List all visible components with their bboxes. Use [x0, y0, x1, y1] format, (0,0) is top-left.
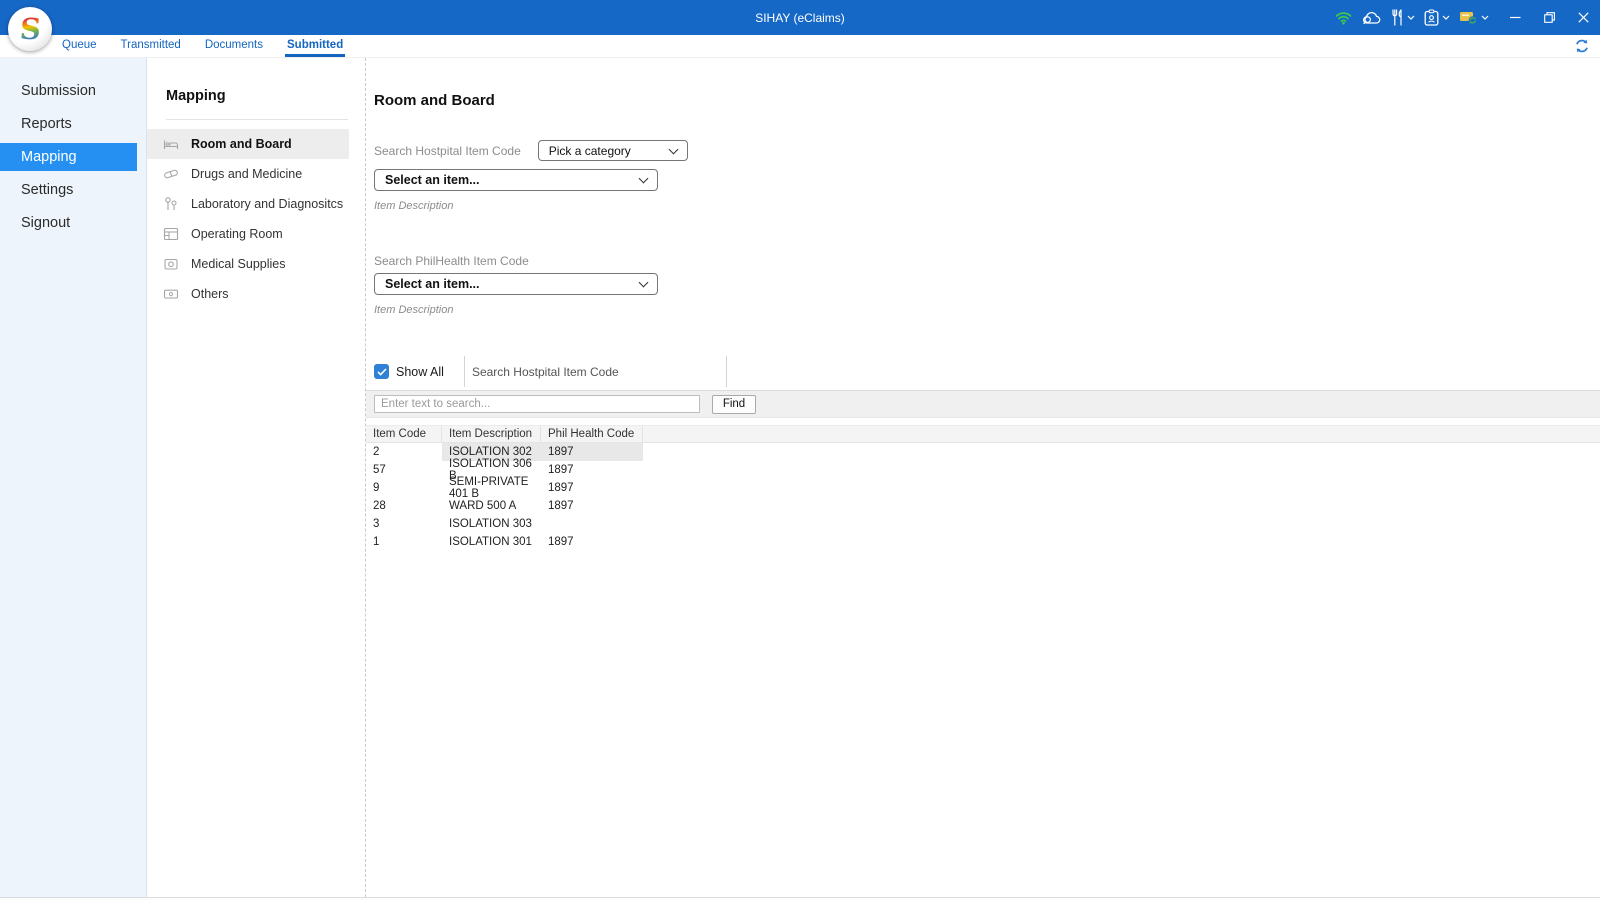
show-all-label: Show All	[396, 364, 444, 379]
hospital-item-dropdown-value: Select an item...	[385, 173, 480, 187]
cell-phil-health-code: 1897	[548, 482, 574, 494]
tools-icon[interactable]	[1391, 9, 1415, 26]
tab-submitted[interactable]: Submitted	[285, 35, 346, 57]
mapping-panel-title: Mapping	[166, 88, 226, 104]
philhealth-item-code-label: Search PhilHealth Item Code	[374, 254, 529, 268]
lab-icon	[163, 196, 179, 212]
cell-phil-health-code: 1897	[548, 500, 574, 512]
philhealth-item-dropdown-value: Select an item...	[385, 277, 480, 291]
tab-documents[interactable]: Documents	[203, 35, 265, 57]
mapping-item-label: Medical Supplies	[191, 257, 286, 271]
sidebar-item-signout[interactable]: Signout	[0, 206, 146, 239]
operating-room-icon	[163, 226, 179, 242]
tab-bar: Queue Transmitted Documents Submitted	[0, 35, 1600, 58]
chevron-down-icon	[638, 173, 649, 184]
hospital-item-code-label: Search Hostpital Item Code	[374, 143, 521, 158]
sync-card-icon[interactable]	[1459, 10, 1489, 25]
category-dropdown[interactable]: Pick a category	[537, 140, 688, 161]
cell-phil-health-code: 1897	[548, 536, 574, 548]
search-hospital-item-code-tab[interactable]: Search Hostpital Item Code	[463, 356, 727, 387]
cell-phil-health-code: 1897	[548, 464, 574, 476]
mapping-panel: Mapping Room and Board Drugs and Medicin…	[147, 58, 366, 897]
id-badge-icon[interactable]	[1424, 9, 1450, 26]
category-dropdown-value: Pick a category	[548, 143, 631, 158]
others-icon	[163, 286, 179, 302]
divider	[166, 119, 348, 120]
mapping-item-room-and-board[interactable]: Room and Board	[147, 129, 349, 159]
items-table: Item Code Item Description Phil Health C…	[366, 425, 1600, 551]
cell-item-code: 28	[373, 500, 386, 512]
sidebar-item-settings[interactable]: Settings	[0, 173, 146, 206]
mapping-item-others[interactable]: Others	[147, 279, 349, 309]
sidebar-item-reports[interactable]: Reports	[0, 107, 146, 140]
column-header-phil-health-code[interactable]: Phil Health Code	[541, 426, 643, 442]
bed-icon	[163, 136, 179, 152]
mapping-item-label: Drugs and Medicine	[191, 167, 303, 181]
search-input[interactable]	[374, 395, 700, 413]
app-logo: S	[8, 7, 52, 51]
table-row[interactable]: 3 ISOLATION 303	[366, 515, 1600, 533]
refresh-sync-icon[interactable]	[1574, 38, 1590, 59]
cloud-search-icon[interactable]	[1361, 10, 1382, 26]
sidebar-item-submission[interactable]: Submission	[0, 74, 146, 107]
table-row[interactable]: 28 WARD 500 A 1897	[366, 497, 1600, 515]
logo-letter: S	[18, 11, 42, 46]
titlebar: SIHAY (eClaims) S	[0, 0, 1600, 51]
mapping-item-drugs-and-medicine[interactable]: Drugs and Medicine	[147, 159, 349, 189]
column-header-filler	[643, 426, 1600, 442]
pill-icon	[163, 166, 179, 182]
cell-item-description: SEMI-PRIVATE 401 B	[449, 476, 529, 500]
sidebar: Submission Reports Mapping Settings Sign…	[0, 58, 147, 897]
cell-item-description: WARD 500 A	[449, 500, 517, 512]
mapping-item-label: Laboratory and Diagnositcs	[191, 197, 344, 211]
table-row[interactable]: 57 ISOLATION 306 B 1897	[366, 458, 1600, 482]
chevron-down-icon	[1442, 15, 1450, 20]
cell-item-description: ISOLATION 301	[449, 536, 532, 548]
cell-item-code: 57	[373, 464, 386, 476]
search-panel: Find	[366, 390, 1600, 418]
cell-phil-health-code	[541, 515, 643, 533]
mapping-item-laboratory-and-diagnositcs[interactable]: Laboratory and Diagnositcs	[147, 189, 349, 219]
minimize-button[interactable]	[1498, 0, 1532, 35]
column-header-item-code[interactable]: Item Code	[366, 426, 442, 442]
cell-phil-health-code: 1897	[541, 443, 643, 461]
restore-button[interactable]	[1532, 0, 1566, 35]
chevron-down-icon	[1407, 15, 1415, 20]
sidebar-item-mapping[interactable]: Mapping	[0, 142, 137, 171]
cell-item-code: 3	[373, 518, 380, 530]
cell-item-code: 9	[373, 482, 380, 494]
philhealth-item-description-label: Item Description	[374, 304, 454, 316]
mapping-item-label: Operating Room	[191, 227, 283, 241]
mapping-item-operating-room[interactable]: Operating Room	[147, 219, 349, 249]
cell-item-code: 2	[373, 446, 380, 458]
hospital-item-dropdown[interactable]: Select an item...	[374, 169, 658, 191]
mapping-item-medical-supplies[interactable]: Medical Supplies	[147, 249, 349, 279]
table-row[interactable]: 2 ISOLATION 302 1897	[366, 443, 1600, 461]
philhealth-item-dropdown[interactable]: Select an item...	[374, 273, 658, 295]
column-header-item-description[interactable]: Item Description	[442, 426, 541, 442]
chevron-down-icon	[638, 277, 649, 288]
table-row[interactable]: 1 ISOLATION 301 1897	[366, 533, 1600, 551]
tab-transmitted[interactable]: Transmitted	[119, 35, 183, 57]
mapping-item-label: Room and Board	[191, 137, 292, 151]
checkmark-icon	[376, 367, 387, 376]
cell-item-code: 1	[373, 536, 380, 548]
content-area: Room and Board Search Hostpital Item Cod…	[366, 58, 1600, 897]
table-header-row: Item Code Item Description Phil Health C…	[366, 425, 1600, 443]
close-button[interactable]	[1566, 0, 1600, 35]
find-button[interactable]: Find	[712, 394, 756, 414]
chevron-down-icon	[1481, 15, 1489, 20]
table-row[interactable]: 9 SEMI-PRIVATE 401 B 1897	[366, 476, 1600, 500]
chevron-down-icon	[668, 144, 679, 154]
mapping-item-label: Others	[191, 287, 229, 301]
hospital-item-description-label: Item Description	[374, 200, 454, 212]
page-title: Room and Board	[374, 92, 495, 109]
tab-queue[interactable]: Queue	[60, 35, 99, 57]
supplies-icon	[163, 256, 179, 272]
cell-item-description: ISOLATION 303	[449, 518, 532, 530]
show-all-checkbox[interactable]	[374, 364, 389, 379]
wifi-icon[interactable]	[1335, 11, 1352, 25]
